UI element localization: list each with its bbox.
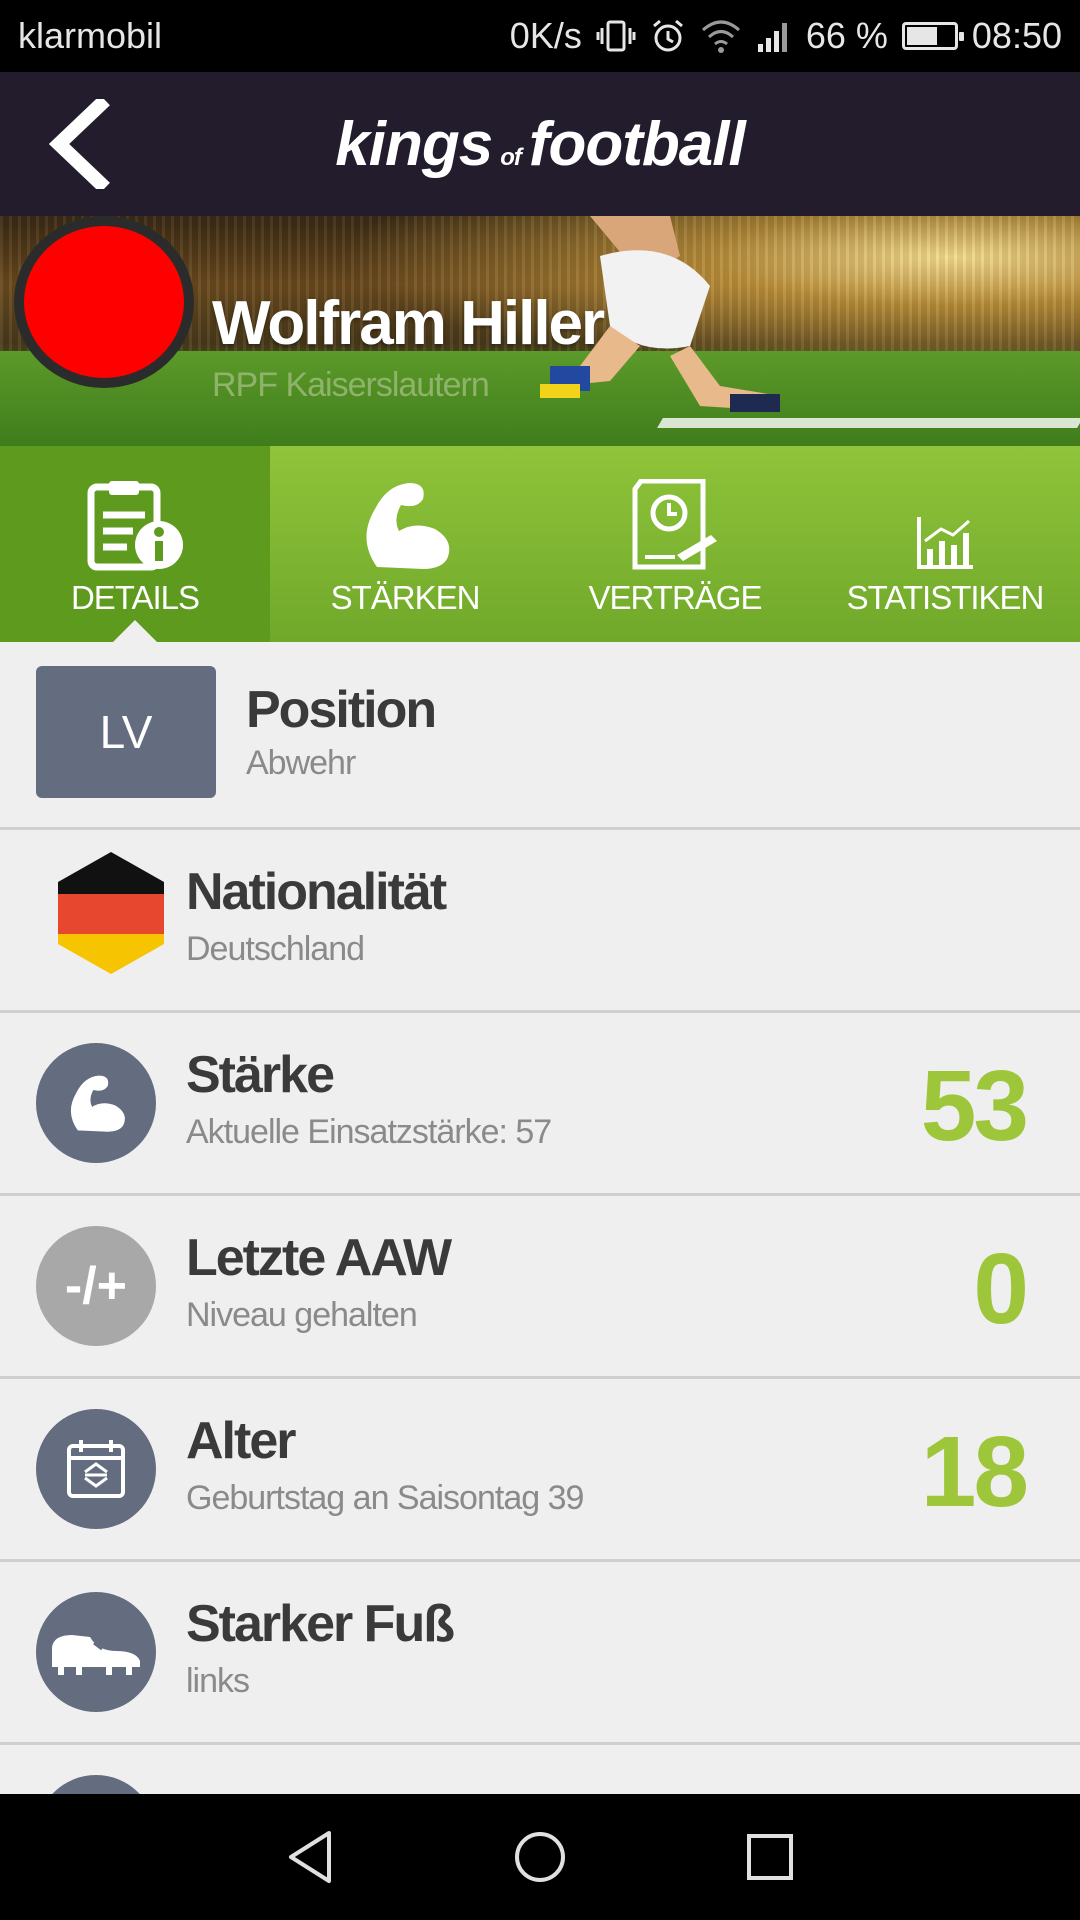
list-item-position[interactable]: LV Position Abwehr bbox=[0, 642, 1080, 830]
last-aaw-subtitle: Niveau gehalten bbox=[186, 1296, 418, 1334]
foot-subtitle: links bbox=[186, 1662, 250, 1700]
germany-flag-icon bbox=[58, 852, 164, 974]
tab-staerken[interactable]: STÄRKEN bbox=[270, 446, 540, 642]
carrier-label: klarmobil bbox=[18, 15, 163, 56]
circle-home-icon bbox=[515, 1832, 565, 1882]
stats-icon bbox=[917, 517, 973, 569]
nationality-title: Nationalität bbox=[186, 863, 447, 921]
position-subtitle: Abwehr bbox=[246, 744, 356, 782]
network-speed: 0K/s bbox=[509, 15, 582, 56]
tab-details[interactable]: DETAILS bbox=[0, 446, 270, 642]
age-subtitle: Geburtstag an Saisontag 39 bbox=[186, 1479, 584, 1517]
wifi-icon bbox=[700, 18, 742, 54]
square-recents-icon bbox=[747, 1834, 793, 1880]
tab-statistiken[interactable]: STATISTIKEN bbox=[810, 446, 1080, 642]
nav-back-button[interactable] bbox=[270, 1817, 350, 1897]
foot-icon-circle bbox=[36, 1592, 156, 1712]
system-nav-bar bbox=[0, 1794, 1080, 1920]
age-value: 18 bbox=[920, 1416, 1029, 1528]
logo-text-kings: kings bbox=[335, 109, 493, 179]
strength-icon-circle bbox=[36, 1043, 156, 1163]
nav-recents-button[interactable] bbox=[730, 1817, 810, 1897]
calendar-icon bbox=[67, 1440, 125, 1498]
logo-text-of: of bbox=[500, 143, 522, 171]
details-list: LV Position Abwehr Nationalität Deutschl… bbox=[0, 642, 1080, 1794]
status-icons: 0K/s 66 % 08:50 bbox=[510, 15, 1062, 57]
vibrate-icon bbox=[596, 18, 636, 54]
back-arrow-icon bbox=[48, 99, 110, 189]
battery-icon bbox=[901, 22, 964, 50]
strength-title: Stärke bbox=[186, 1046, 335, 1104]
tab-staerken-label: STÄRKEN bbox=[330, 579, 481, 616]
foot-title: Starker Fuß bbox=[186, 1595, 455, 1653]
muscle-icon bbox=[366, 483, 450, 569]
list-item-strong-foot[interactable]: Starker Fuß links bbox=[0, 1562, 1080, 1745]
list-item-last-aaw[interactable]: -/+ Letzte AAW Niveau gehalten 0 bbox=[0, 1196, 1080, 1379]
position-badge: LV bbox=[36, 666, 216, 798]
battery-percent: 66 % bbox=[805, 15, 888, 56]
contract-icon bbox=[632, 479, 717, 570]
tab-vertraege[interactable]: VERTRÄGE bbox=[540, 446, 810, 642]
plus-minus-icon: -/+ bbox=[64, 1257, 128, 1315]
list-item-nationality[interactable]: Nationalität Deutschland bbox=[0, 830, 1080, 1013]
aaw-icon-circle: -/+ bbox=[36, 1226, 156, 1346]
tab-details-label: DETAILS bbox=[70, 579, 200, 616]
last-aaw-value: 0 bbox=[973, 1233, 1029, 1345]
battery-fill bbox=[906, 27, 937, 45]
position-title: Position bbox=[246, 681, 437, 739]
age-title: Alter bbox=[186, 1412, 296, 1470]
player-name: Wolfram Hiller bbox=[212, 289, 605, 358]
strength-subtitle: Aktuelle Einsatzstärke: 57 bbox=[186, 1113, 552, 1151]
nationality-subtitle: Deutschland bbox=[186, 930, 365, 968]
alarm-icon bbox=[650, 18, 686, 54]
logo-text-football: football bbox=[528, 109, 746, 179]
muscle-icon bbox=[70, 1075, 125, 1132]
signal-icon bbox=[756, 18, 792, 54]
avatar-circle bbox=[24, 226, 184, 378]
nav-home-button[interactable] bbox=[500, 1817, 580, 1897]
tab-statistiken-label: STATISTIKEN bbox=[846, 579, 1045, 616]
tab-bar: DETAILS STÄRKEN VERTRÄGE STATISTIKEN bbox=[0, 446, 1080, 642]
age-icon-circle bbox=[36, 1409, 156, 1529]
triangle-back-icon bbox=[289, 1831, 331, 1883]
last-aaw-title: Letzte AAW bbox=[186, 1229, 452, 1287]
list-item-partial[interactable] bbox=[0, 1745, 1080, 1794]
player-avatar bbox=[14, 216, 194, 388]
details-icon bbox=[87, 481, 183, 571]
app-logo: kings of football bbox=[335, 109, 746, 180]
partial-icon-circle bbox=[36, 1775, 156, 1794]
clock: 08:50 bbox=[971, 15, 1062, 56]
status-bar: klarmobil 0K/s 66 % 08:50 bbox=[0, 0, 1080, 72]
player-club: RPF Kaiserslautern bbox=[212, 366, 490, 404]
tab-vertraege-label: VERTRÄGE bbox=[588, 579, 763, 616]
strength-value: 53 bbox=[920, 1050, 1029, 1162]
player-hero-banner: Wolfram Hiller RPF Kaiserslautern bbox=[0, 216, 1080, 446]
app-header: kings of football bbox=[0, 72, 1080, 216]
boot-icon bbox=[52, 1635, 140, 1675]
list-item-strength[interactable]: Stärke Aktuelle Einsatzstärke: 57 53 bbox=[0, 1013, 1080, 1196]
back-button[interactable] bbox=[30, 94, 130, 194]
list-item-age[interactable]: Alter Geburtstag an Saisontag 39 18 bbox=[0, 1379, 1080, 1562]
